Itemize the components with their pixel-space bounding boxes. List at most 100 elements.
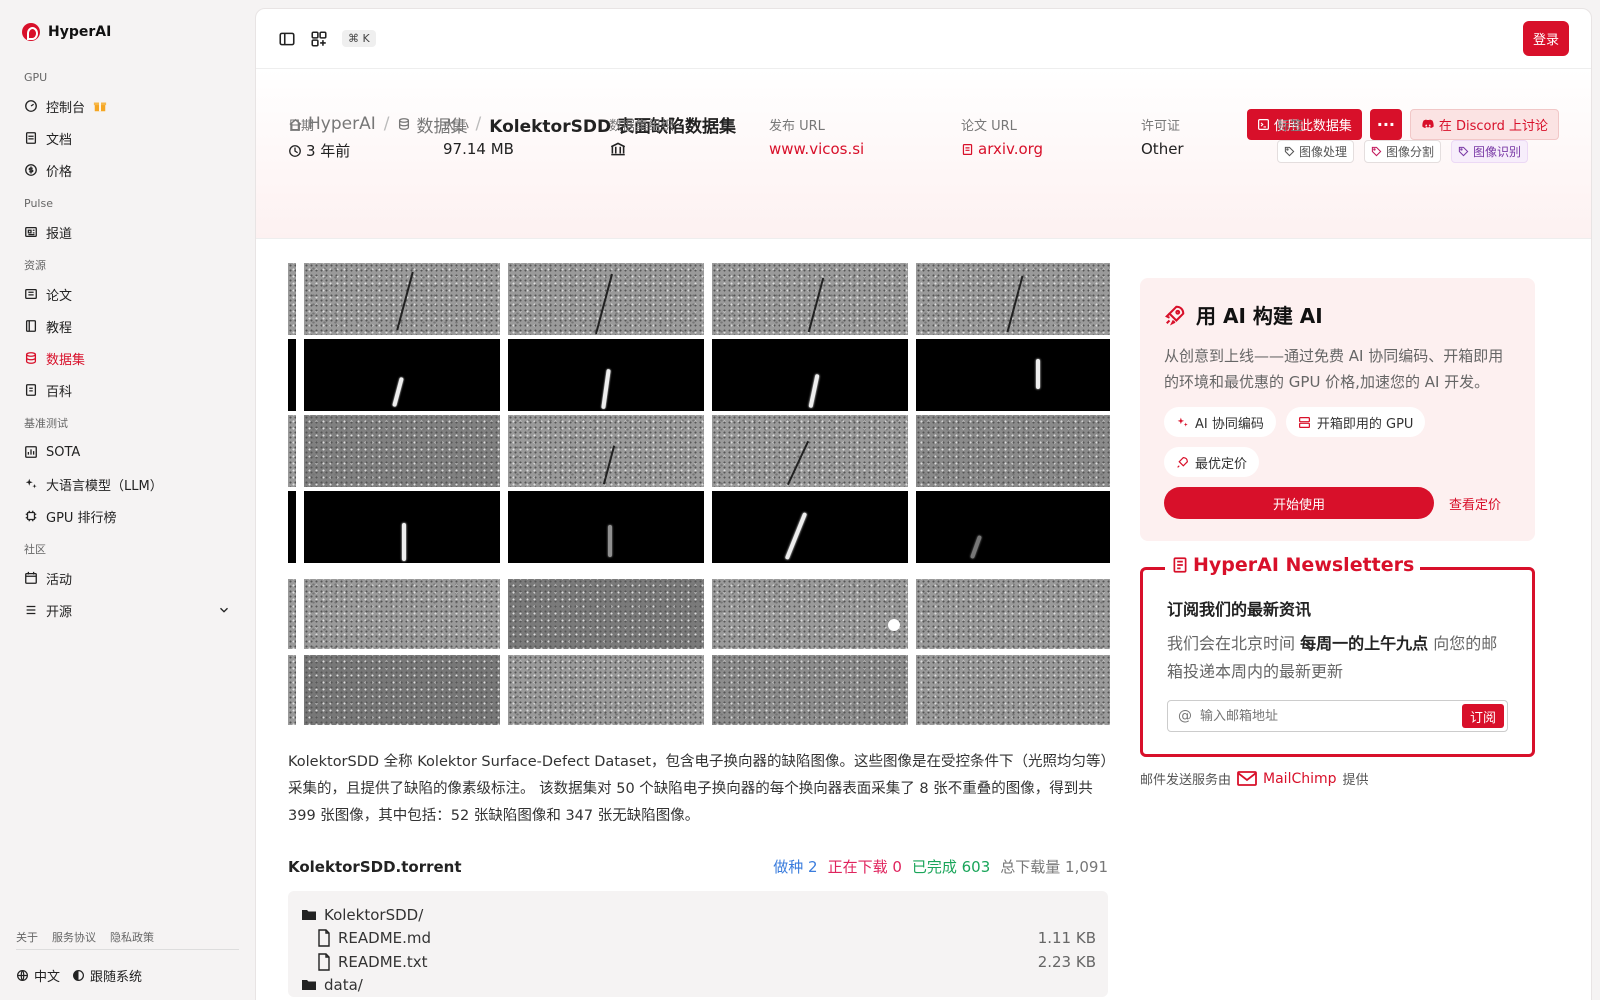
sample-mask <box>508 491 704 563</box>
newspaper-icon <box>25 226 37 238</box>
sidebar-item-gpu-leaderboard[interactable]: GPU 排行榜 <box>16 500 239 532</box>
login-button[interactable]: 登录 <box>1522 21 1569 56</box>
footer-link-privacy[interactable]: 隐私政策 <box>110 929 154 945</box>
sidebar-item-events[interactable]: 活动 <box>16 562 239 594</box>
meta-release-url: 发布 URL www.vicos.si <box>769 115 961 163</box>
section-label-resources: 资源 <box>24 259 46 272</box>
main-panel: ⌘ K 登录 HyperAI / 数据集 / KolektorSDD 表面缺陷数… <box>255 8 1592 1000</box>
view-pricing-link[interactable]: 查看定价 <box>1449 494 1501 513</box>
sidebar-item-reports[interactable]: 报道 <box>16 216 239 248</box>
meta-size: 大小 97.14 MB <box>443 119 514 158</box>
chevron-down-icon[interactable] <box>217 603 231 617</box>
section-label-community: 社区 <box>24 543 46 556</box>
command-k-shortcut[interactable]: ⌘ K <box>342 30 376 47</box>
sample-image <box>712 263 908 335</box>
sample-mask <box>916 339 1110 411</box>
downloading-count: 正在下载 0 <box>827 858 902 876</box>
sidebar-item-sota[interactable]: SOTA <box>16 436 239 468</box>
get-started-button[interactable]: 开始使用 <box>1164 487 1434 519</box>
dollar-circle-icon <box>25 164 37 176</box>
tag-image-processing[interactable]: 图像处理 <box>1277 140 1355 163</box>
sidebar-item-pricing[interactable]: 价格 <box>16 154 239 186</box>
file-tree-row[interactable]: README.md 1.11 KB <box>300 927 1096 951</box>
sidebar-footer: 关于 服务协议 隐私政策 中文 跟随系统 <box>16 924 239 1000</box>
paper-icon <box>962 143 973 155</box>
brand-name: HyperAI <box>48 24 112 40</box>
dataset-header: HyperAI / 数据集 / KolektorSDD 表面缺陷数据集 使用此数… <box>256 69 1591 239</box>
tag-image-segmentation[interactable]: 图像分割 <box>1364 140 1442 163</box>
meta-date: 日期 3 年前 <box>288 119 351 160</box>
email-input[interactable] <box>1200 708 1454 724</box>
database-icon <box>25 352 37 364</box>
sample-image <box>508 415 704 487</box>
newspaper-icon <box>1173 557 1187 573</box>
build-ai-card: 用 AI 构建 AI 从创意到上线——通过免费 AI 协同编码、开箱即用的环境和… <box>1140 278 1535 541</box>
sidebar-item-papers[interactable]: 论文 <box>16 278 239 310</box>
sample-image <box>288 579 296 649</box>
torrent-stats: 做种 2 正在下载 0 已完成 603 总下载量 1,091 <box>773 856 1108 877</box>
sample-image <box>916 655 1110 725</box>
language-switcher[interactable]: 中文 <box>16 966 60 985</box>
file-tree-row[interactable]: data/ <box>300 974 1096 998</box>
sample-mask <box>304 491 500 563</box>
rocket-icon <box>1165 305 1185 326</box>
hyperai-logo-icon <box>22 23 40 41</box>
sidebar-item-docs[interactable]: 文档 <box>16 122 239 154</box>
ai-card-description: 从创意到上线——通过免费 AI 协同编码、开箱即用的环境和最优惠的 GPU 价格… <box>1164 347 1504 391</box>
dataset-description: KolektorSDD 全称 Kolektor Surface-Defect D… <box>288 754 1108 824</box>
sample-image <box>508 579 704 649</box>
gauge-icon <box>25 100 37 112</box>
folder-icon <box>302 909 316 920</box>
sidebar-item-opensource[interactable]: 开源 <box>16 594 239 626</box>
sample-mask <box>508 339 704 411</box>
subscribe-form: @ 订阅 <box>1167 700 1508 732</box>
chip-ai-coding: AI 协同编码 <box>1164 407 1276 437</box>
dataset-sample-gallery <box>288 263 1110 725</box>
tag-image-recognition[interactable]: 图像识别 <box>1451 140 1529 163</box>
book-icon <box>25 320 37 332</box>
release-url-link[interactable]: www.vicos.si <box>769 140 961 158</box>
brand[interactable]: HyperAI <box>16 0 239 64</box>
torrent-header: KolektorSDD.torrent 做种 2 正在下载 0 已完成 603 … <box>288 856 1108 877</box>
sample-mask <box>288 491 296 563</box>
paper-icon <box>25 288 37 300</box>
contrast-icon <box>73 969 84 981</box>
sample-image <box>508 263 704 335</box>
theme-switcher[interactable]: 跟随系统 <box>72 966 142 985</box>
file-tree-row[interactable]: KolektorSDD/ <box>300 903 1096 927</box>
torrent-file-tree: KolektorSDD/ README.md 1.11 KB README.tx… <box>288 891 1108 997</box>
sidebar-toggle-icon[interactable] <box>278 30 296 48</box>
sample-image <box>916 415 1110 487</box>
sample-image <box>508 655 704 725</box>
sample-image <box>304 579 500 649</box>
paper-url-link[interactable]: arxiv.org <box>961 140 1141 158</box>
sidebar: HyperAI GPU 控制台 文档 价格 Pulse 报道 资源 论文 教程 … <box>0 0 255 1000</box>
sidebar-item-llm[interactable]: 大语言模型（LLM） <box>16 468 239 500</box>
footer-link-terms[interactable]: 服务协议 <box>52 929 96 945</box>
meta-license: 许可证 Other <box>1141 119 1184 158</box>
apps-grid-icon[interactable] <box>310 30 328 48</box>
sample-image <box>916 263 1110 335</box>
sidebar-item-wiki[interactable]: 百科 <box>16 374 239 406</box>
footer-link-about[interactable]: 关于 <box>16 929 38 945</box>
institution-icon[interactable] <box>609 140 627 158</box>
calendar-icon <box>25 571 37 584</box>
sample-mask <box>288 339 296 411</box>
sample-image <box>288 415 296 487</box>
dataset-meta: 日期 3 年前 大小 97.14 MB 数据集组织 发布 URL www.vic… <box>288 115 1559 163</box>
torrent-name[interactable]: KolektorSDD.torrent <box>288 858 462 876</box>
sidebar-item-datasets[interactable]: 数据集 <box>16 342 239 374</box>
sidebar-item-tutorials[interactable]: 教程 <box>16 310 239 342</box>
sample-image <box>304 263 500 335</box>
sample-image <box>304 415 500 487</box>
file-tree-row[interactable]: README.txt 2.23 KB <box>300 950 1096 974</box>
chart-icon <box>25 446 37 458</box>
sample-image <box>916 579 1110 649</box>
mailchimp-link[interactable]: MailChimp <box>1237 771 1337 787</box>
sidebar-item-console[interactable]: 控制台 <box>16 90 239 122</box>
subscribe-button[interactable]: 订阅 <box>1461 704 1504 728</box>
meta-tags: 标签 图像处理 图像分割 图像识别 <box>1277 115 1534 163</box>
ai-card-title: 用 AI 构建 AI <box>1196 304 1323 328</box>
newsletter-title: HyperAI Newsletters <box>1193 554 1415 576</box>
sample-mask <box>304 339 500 411</box>
